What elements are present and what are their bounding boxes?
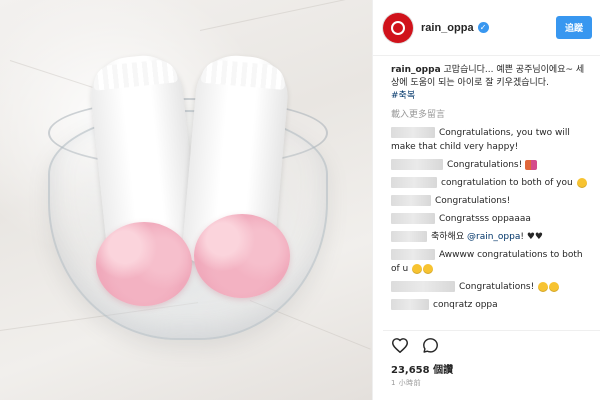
blurred-username (391, 195, 431, 206)
like-count[interactable]: 23,658 個讚 (391, 361, 453, 376)
heart-eyes-emoji-icon (576, 177, 587, 188)
pink-pompom-right (194, 214, 290, 298)
comment-text: 축하해요 (431, 232, 465, 242)
caption-hashtag[interactable]: #축복 (391, 91, 415, 101)
blurred-username (391, 299, 429, 310)
comment-text-suffix: ! (520, 232, 524, 242)
verified-badge-icon: ✓ (477, 22, 489, 33)
comment-text: conqratz oppa (433, 300, 498, 310)
comment-item: conqratz oppa (391, 298, 590, 312)
post-header: rain_oppa ✓ 追蹤 (373, 0, 600, 56)
blurred-username (391, 249, 435, 260)
comment-text: Congratulations! (459, 282, 535, 292)
post-actions (391, 336, 439, 354)
comment-text: congratulation to both of you (441, 178, 573, 188)
comment-icon (422, 337, 438, 353)
comment-item: 축하해요 @rain_oppa! ♥♥ (391, 230, 590, 244)
load-more-comments[interactable]: 載入更多留言 (373, 103, 600, 126)
blurred-username (391, 231, 427, 242)
blurred-username (391, 159, 443, 170)
comment-text: Congratulations! (435, 196, 511, 206)
marble-vein (199, 0, 357, 31)
comment-item: Congratulations! (391, 280, 590, 294)
comment-text: Congratulations! (447, 160, 523, 170)
black-heart-emoji-icon: ♥♥ (526, 232, 543, 242)
blurred-username (391, 127, 435, 138)
heart-eyes-emoji-icon (423, 263, 434, 274)
post-photo[interactable] (0, 0, 372, 400)
comment-item: Congratulations! (391, 158, 590, 172)
comment-item: Congratulations! (391, 194, 590, 208)
comment-mention[interactable]: @rain_oppa (467, 232, 520, 242)
like-button[interactable] (391, 336, 409, 354)
header-username[interactable]: rain_oppa (421, 22, 474, 34)
divider (383, 330, 600, 331)
comment-item: Awwww congratulations to both of u (391, 248, 590, 276)
comment-text: Congratsss oppaaaa (439, 214, 531, 224)
avatar[interactable] (383, 12, 413, 43)
pink-pompom-left (96, 222, 192, 306)
couple-emoji-icon (525, 159, 538, 170)
post-side-panel: rain_oppa ✓ 追蹤 rain_oppa 고맙습니다... 예쁜 공주님… (372, 0, 600, 400)
post-caption: rain_oppa 고맙습니다... 예쁜 공주님이에요~ 세상에 도움이 되는… (373, 56, 600, 103)
blurred-username (391, 213, 435, 224)
blurred-username (391, 177, 437, 188)
post-timestamp: 1 小時前 (391, 379, 422, 387)
comment-list: Congratulations, you two will make that … (373, 126, 600, 312)
heart-icon (391, 338, 409, 353)
comment-item: Congratsss oppaaaa (391, 212, 590, 226)
blurred-username (391, 281, 455, 292)
heart-eyes-emoji-icon (549, 281, 560, 292)
comment-item: congratulation to both of you (391, 176, 590, 190)
follow-button[interactable]: 追蹤 (555, 16, 592, 39)
comment-item: Congratulations, you two will make that … (391, 126, 590, 154)
heart-eyes-emoji-icon (538, 281, 549, 292)
heart-eyes-emoji-icon (412, 263, 423, 274)
caption-username[interactable]: rain_oppa (391, 65, 441, 75)
comment-button[interactable] (421, 336, 439, 354)
